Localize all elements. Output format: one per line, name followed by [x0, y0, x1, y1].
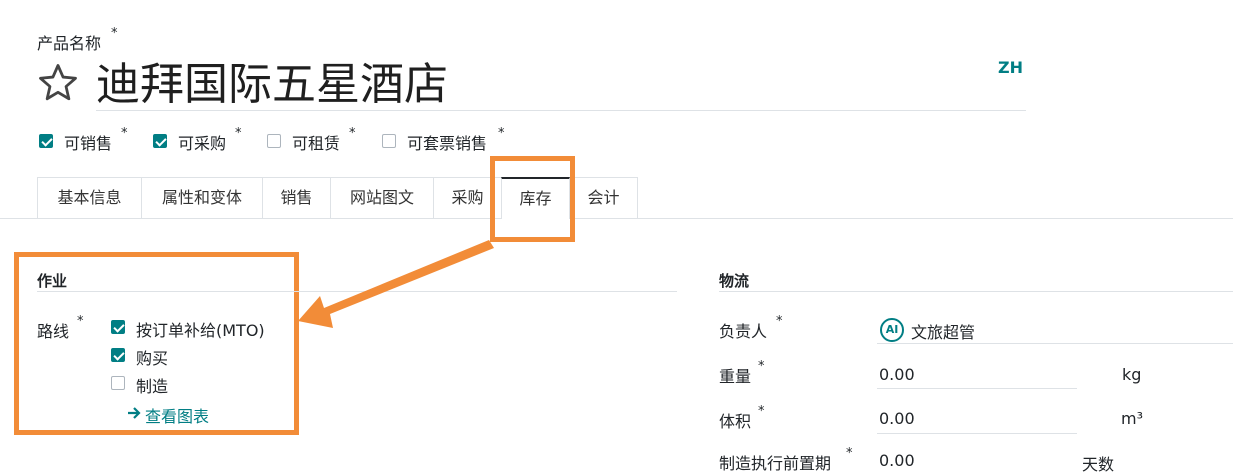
product-name-input[interactable]: 迪拜国际五星酒店	[96, 56, 1026, 111]
required-mark: *	[758, 359, 765, 374]
route-buy-label: 购买	[136, 349, 169, 368]
tab-website[interactable]: 网站图文	[330, 177, 434, 218]
responsible-field-underline	[877, 343, 1233, 344]
required-mark: *	[498, 126, 505, 141]
language-button[interactable]: ZH	[998, 58, 1023, 77]
can-be-rented-checkbox[interactable]	[267, 134, 281, 148]
responsible-avatar: AI	[880, 318, 904, 342]
volume-unit: m³	[1121, 409, 1143, 428]
required-mark: *	[111, 26, 118, 41]
route-manufacture-checkbox[interactable]	[111, 376, 125, 390]
arrow-right-icon	[128, 407, 141, 419]
volume-field-underline	[877, 433, 1077, 434]
callout-arrow-icon	[298, 240, 494, 328]
can-be-purchased-checkbox[interactable]	[153, 134, 167, 148]
route-mto-checkbox[interactable]	[111, 320, 125, 334]
can-be-sold-label: 可销售	[64, 134, 113, 153]
required-mark: *	[758, 404, 765, 419]
route-manufacture-label: 制造	[136, 377, 169, 396]
logistics-divider	[719, 291, 1233, 292]
route-mto-label: 按订单补给(MTO)	[136, 321, 265, 340]
favorite-star-icon[interactable]	[37, 62, 79, 104]
can-be-package-sold-label: 可套票销售	[407, 134, 488, 153]
responsible-value[interactable]: 文旅超管	[911, 319, 975, 343]
required-mark: *	[846, 446, 853, 461]
route-buy-checkbox[interactable]	[111, 348, 125, 362]
can-be-sold-checkbox[interactable]	[39, 134, 53, 148]
required-mark: *	[349, 126, 356, 141]
weight-unit: kg	[1122, 365, 1142, 384]
required-mark: *	[235, 126, 242, 141]
tab-attributes-variants[interactable]: 属性和变体	[141, 177, 263, 218]
can-be-rented-label: 可租赁	[292, 134, 341, 153]
logistics-title: 物流	[719, 272, 750, 290]
required-mark: *	[77, 314, 84, 329]
route-label: 路线	[37, 322, 70, 341]
responsible-label: 负责人	[719, 322, 768, 341]
can-be-package-sold-checkbox[interactable]	[382, 134, 396, 148]
product-name-label: 产品名称	[37, 34, 102, 53]
tab-sales[interactable]: 销售	[262, 177, 331, 218]
tabs-divider	[0, 218, 1233, 219]
weight-input[interactable]: 0.00	[879, 365, 915, 384]
volume-label: 体积	[719, 412, 752, 431]
required-mark: *	[121, 126, 128, 141]
tab-accounting[interactable]: 会计	[569, 177, 638, 218]
operations-title: 作业	[37, 272, 68, 290]
tab-general-info[interactable]: 基本信息	[37, 177, 142, 218]
product-name-value: 迪拜国际五星酒店	[96, 59, 448, 110]
lead-time-label: 制造执行前置期	[719, 454, 832, 473]
inventory-tab-highlight	[490, 156, 575, 242]
lead-time-input[interactable]: 0.00	[879, 451, 915, 470]
view-chart-link[interactable]: 查看图表	[145, 403, 209, 427]
volume-input[interactable]: 0.00	[879, 409, 915, 428]
weight-field-underline	[877, 388, 1077, 389]
weight-label: 重量	[719, 367, 752, 386]
lead-time-unit: 天数	[1082, 455, 1115, 474]
can-be-purchased-label: 可采购	[178, 134, 227, 153]
required-mark: *	[776, 314, 783, 329]
